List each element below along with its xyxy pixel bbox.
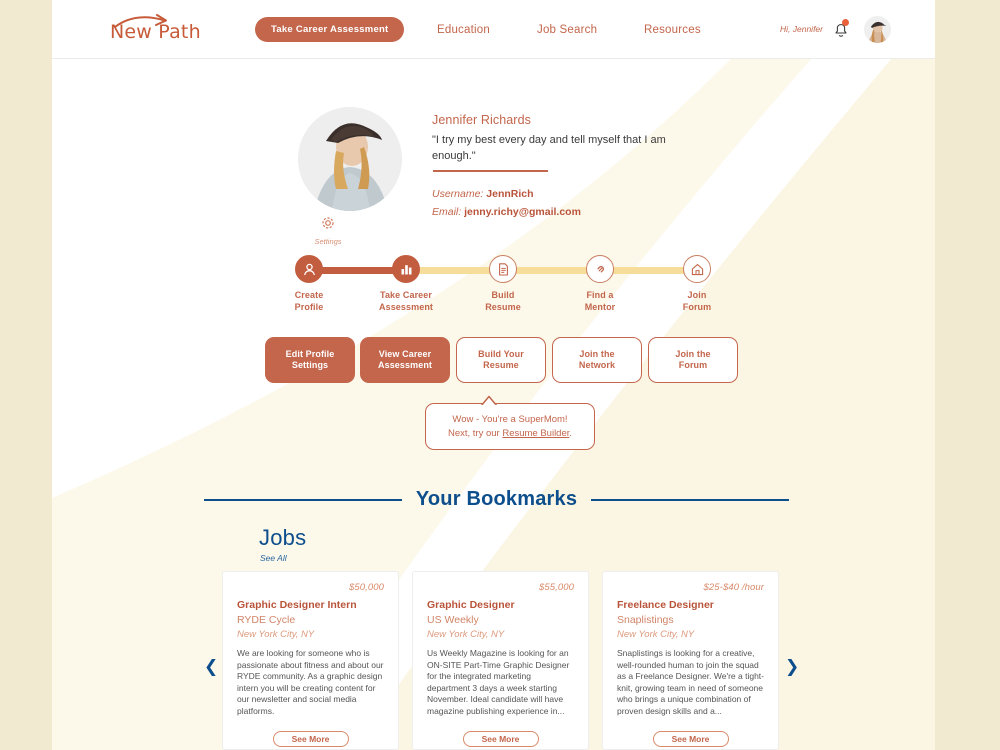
step-find-a-mentor[interactable]: Find a Mentor <box>552 255 648 313</box>
logo[interactable]: New Path <box>110 14 220 46</box>
email-label: Email: <box>432 206 462 218</box>
divider-left <box>204 498 402 501</box>
step-create-profile[interactable]: Create Profile <box>261 255 357 313</box>
username-value: JennRich <box>486 188 534 200</box>
job-salary: $50,000 <box>348 582 384 593</box>
job-title: Graphic Designer <box>427 599 515 611</box>
job-location: New York City, NY <box>617 629 695 640</box>
job-description: Snaplistings is looking for a creative, … <box>617 648 764 716</box>
callout-line-2-prefix: Next, try our <box>447 427 503 439</box>
step-icon-circle <box>489 255 517 283</box>
site-header: New Path Take Career Assessment Educatio… <box>52 0 935 59</box>
profile-photo <box>298 107 402 211</box>
user-greeting: Hi, Jennifer <box>780 24 823 34</box>
job-card[interactable]: $55,000 Graphic Designer US Weekly New Y… <box>412 571 589 750</box>
join-the-network-button[interactable]: Join the Network <box>552 337 642 383</box>
take-career-assessment-button[interactable]: Take Career Assessment <box>255 17 405 42</box>
profile-quote: "I try my best every day and tell myself… <box>432 134 666 162</box>
job-description: We are looking for someone who is passio… <box>237 648 384 716</box>
avatar[interactable] <box>864 16 891 43</box>
callout-line-1: Wow - You're a SuperMom! <box>452 414 568 425</box>
settings-label: Settings <box>314 237 342 246</box>
bookmarks-title: Your Bookmarks <box>415 488 578 510</box>
step-take-career-assessment[interactable]: Take Career Assessment <box>358 255 454 313</box>
home-icon <box>691 263 703 275</box>
job-title: Freelance Designer <box>617 599 714 611</box>
profile-username-row: Username: JennRich <box>432 188 534 200</box>
nav-item-education[interactable]: Education <box>437 24 490 36</box>
chevron-right-icon[interactable]: ❯ <box>785 659 799 676</box>
step-label: Find a Mentor <box>584 290 616 312</box>
see-more-button[interactable]: See More <box>652 731 729 747</box>
document-icon <box>498 262 508 276</box>
action-buttons: Edit Profile Settings View Career Assessme… <box>52 337 935 383</box>
bookmarks-title-row: Your Bookmarks <box>204 488 789 511</box>
job-title: Graphic Designer Intern <box>237 599 357 611</box>
step-label: Join Forum <box>682 290 712 312</box>
settings-link[interactable]: Settings <box>306 216 350 246</box>
profile-email-row: Email: jenny.richy@gmail.com <box>432 206 581 218</box>
jobs-section-title: Jobs <box>259 525 307 550</box>
job-location: New York City, NY <box>237 629 315 640</box>
callout-pointer <box>480 394 498 405</box>
see-more-button[interactable]: See More <box>462 731 539 747</box>
step-icon-circle <box>586 255 614 283</box>
step-join-forum[interactable]: Join Forum <box>649 255 745 313</box>
step-icon-circle <box>683 255 711 283</box>
job-salary: $55,000 <box>538 582 574 593</box>
step-build-resume[interactable]: Build Resume <box>455 255 551 313</box>
see-more-button[interactable]: See More <box>272 731 349 747</box>
progress-stepper: Create Profile Take Career Assessment Buil… <box>52 255 935 330</box>
job-card[interactable]: $50,000 Graphic Designer Intern RYDE Cyc… <box>222 571 399 750</box>
view-career-assessment-button[interactable]: View Career Assessment <box>360 337 450 383</box>
job-company: RYDE Cycle <box>237 614 296 626</box>
person-icon <box>303 263 315 275</box>
jobs-carousel: ❮ ❯ $50,000 Graphic Designer Intern RYDE… <box>52 571 935 750</box>
page-root: New Path Take Career Assessment Educatio… <box>0 0 1000 750</box>
username-label: Username: <box>432 188 484 200</box>
tip-callout: Wow - You're a SuperMom! Next, try our R… <box>425 395 595 450</box>
job-salary: $25-$40 /hour <box>703 582 764 593</box>
resume-builder-link[interactable]: Resume Builder <box>502 428 569 439</box>
nav-item-job-search[interactable]: Job Search <box>537 24 597 36</box>
edit-profile-settings-button[interactable]: Edit Profile Settings <box>265 337 355 383</box>
profile-name: Jennifer Richards <box>432 113 531 127</box>
job-company: Snaplistings <box>617 614 674 626</box>
build-your-resume-button[interactable]: Build Your Resume <box>456 337 546 383</box>
logo-text: New Path <box>110 21 201 43</box>
step-icon-circle <box>295 255 323 283</box>
join-the-forum-button[interactable]: Join the Forum <box>648 337 738 383</box>
step-label: Take Career Assessment <box>378 290 434 312</box>
chevron-left-icon[interactable]: ❮ <box>204 659 218 676</box>
profile-divider <box>433 170 548 172</box>
divider-right <box>591 498 789 501</box>
job-card[interactable]: $25-$40 /hour Freelance Designer Snaplis… <box>602 571 779 750</box>
notification-bell-icon[interactable] <box>832 19 850 39</box>
job-location: New York City, NY <box>427 629 505 640</box>
notification-badge <box>842 19 849 26</box>
nav-item-resources[interactable]: Resources <box>644 24 701 36</box>
step-icon-circle <box>392 255 420 283</box>
step-label: Create Profile <box>294 290 324 312</box>
callout-text: Wow - You're a SuperMom! Next, try our R… <box>448 413 572 440</box>
callout-line-2-suffix: . <box>569 427 573 439</box>
gear-icon <box>322 217 334 229</box>
see-all-jobs-link[interactable]: See All <box>260 553 287 563</box>
job-description: Us Weekly Magazine is looking for an ON-… <box>427 648 570 716</box>
job-company: US Weekly <box>427 614 479 626</box>
link-icon <box>597 265 604 272</box>
email-value: jenny.richy@gmail.com <box>464 206 581 218</box>
step-label: Build Resume <box>485 290 521 312</box>
bar-chart-icon <box>401 264 411 274</box>
